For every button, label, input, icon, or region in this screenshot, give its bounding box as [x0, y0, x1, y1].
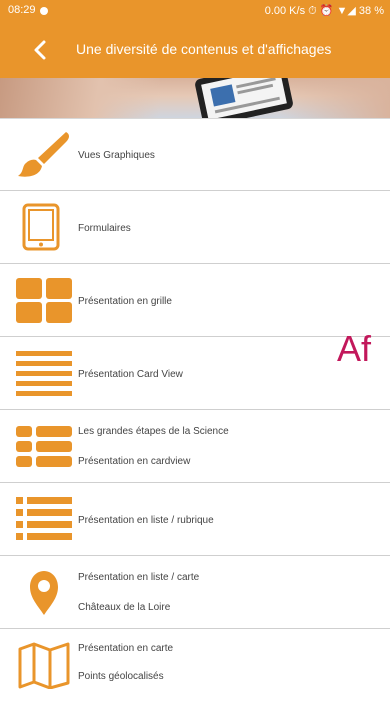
- item-sublabel: Châteaux de la Loire: [78, 602, 171, 613]
- list-item-grandes-etapes[interactable]: Les grandes étapes de la Science Présent…: [0, 410, 390, 483]
- cardlist-icon: [16, 426, 72, 467]
- map-icon: [18, 642, 70, 689]
- cardview-icon: [16, 351, 72, 396]
- item-label: Présentation en liste / rubrique: [78, 515, 214, 526]
- list-item-carte[interactable]: Présentation en carte Points géolocalisé…: [0, 629, 390, 701]
- tablet-icon: [22, 203, 60, 251]
- list-item-card-view[interactable]: Présentation Card View: [0, 337, 390, 410]
- list-item-grille[interactable]: Présentation en grille: [0, 264, 390, 337]
- back-arrow-icon[interactable]: [30, 39, 52, 61]
- list-item-vues-graphiques[interactable]: Vues Graphiques: [0, 118, 390, 191]
- list-icon: [16, 497, 72, 540]
- notification-icon: [40, 7, 48, 15]
- list-item-liste-carte[interactable]: Présentation en liste / carte Châteaux d…: [0, 556, 390, 629]
- content-list: Vues Graphiques Formulaires Présentation…: [0, 118, 390, 701]
- item-sublabel: Présentation en cardview: [78, 456, 191, 467]
- item-label: Présentation en grille: [78, 296, 172, 307]
- overlay-title-text: Af: [337, 328, 372, 369]
- item-label: Présentation Card View: [78, 369, 183, 380]
- app-bar: Une diversité de contenus et d'affichage…: [0, 22, 390, 78]
- status-time: 08:29: [8, 4, 36, 16]
- item-sublabel: Points géolocalisés: [78, 671, 164, 682]
- status-info: 0.00 K/s ⏱ ⏰ ▼◢ 38 %: [264, 5, 384, 17]
- page-title: Une diversité de contenus et d'affichage…: [76, 41, 332, 57]
- header-banner-image: [0, 78, 390, 119]
- item-label: Présentation en carte: [78, 643, 174, 654]
- item-label: Vues Graphiques: [78, 150, 155, 161]
- item-label: Formulaires: [78, 223, 131, 234]
- item-label: Présentation en liste / carte: [78, 572, 200, 583]
- item-label: Les grandes étapes de la Science: [78, 426, 229, 437]
- list-item-formulaires[interactable]: Formulaires: [0, 191, 390, 264]
- grid-icon: [16, 278, 72, 323]
- list-item-liste-rubrique[interactable]: Présentation en liste / rubrique: [0, 483, 390, 556]
- paintbrush-icon: [18, 132, 69, 177]
- map-pin-icon: [30, 571, 58, 615]
- status-bar: 08:29 0.00 K/s ⏱ ⏰ ▼◢ 38 %: [0, 0, 390, 22]
